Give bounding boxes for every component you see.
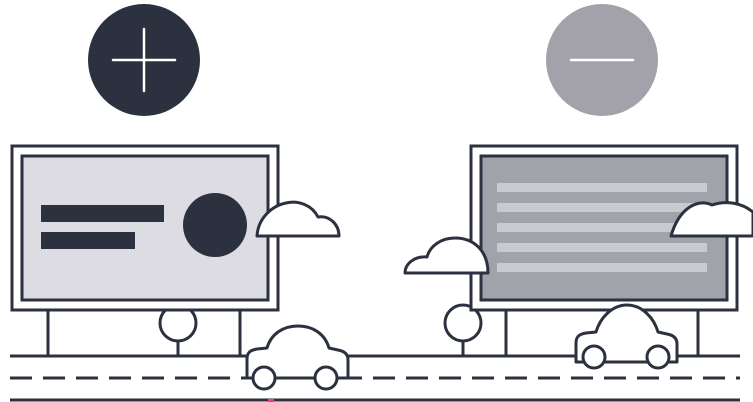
- left-billboard: [10, 144, 280, 312]
- left-billboard-headline-bar: [41, 205, 164, 222]
- right-billboard-text-line: [497, 263, 707, 272]
- left-billboard-legs: [46, 310, 242, 356]
- minus-icon: [546, 4, 658, 116]
- cloud-between-billboards: [403, 236, 490, 275]
- right-tree: [443, 303, 483, 356]
- car-left-rear-wheel: [251, 365, 277, 391]
- billboard-comparison-illustration: [10, 4, 753, 402]
- right-billboard-text-line: [497, 203, 707, 212]
- car-right: [574, 303, 679, 370]
- right-billboard-text-line: [497, 243, 707, 252]
- right-billboard-text-line: [497, 183, 707, 192]
- car-left: [245, 324, 350, 391]
- car-right-front-wheel: [645, 344, 671, 370]
- left-billboard-subline-bar: [41, 232, 135, 249]
- car-left-front-wheel: [313, 365, 339, 391]
- left-tree: [158, 303, 198, 356]
- car-right-rear-wheel: [581, 344, 607, 370]
- plus-icon: [88, 4, 200, 116]
- left-billboard-logo-dot: [183, 193, 247, 257]
